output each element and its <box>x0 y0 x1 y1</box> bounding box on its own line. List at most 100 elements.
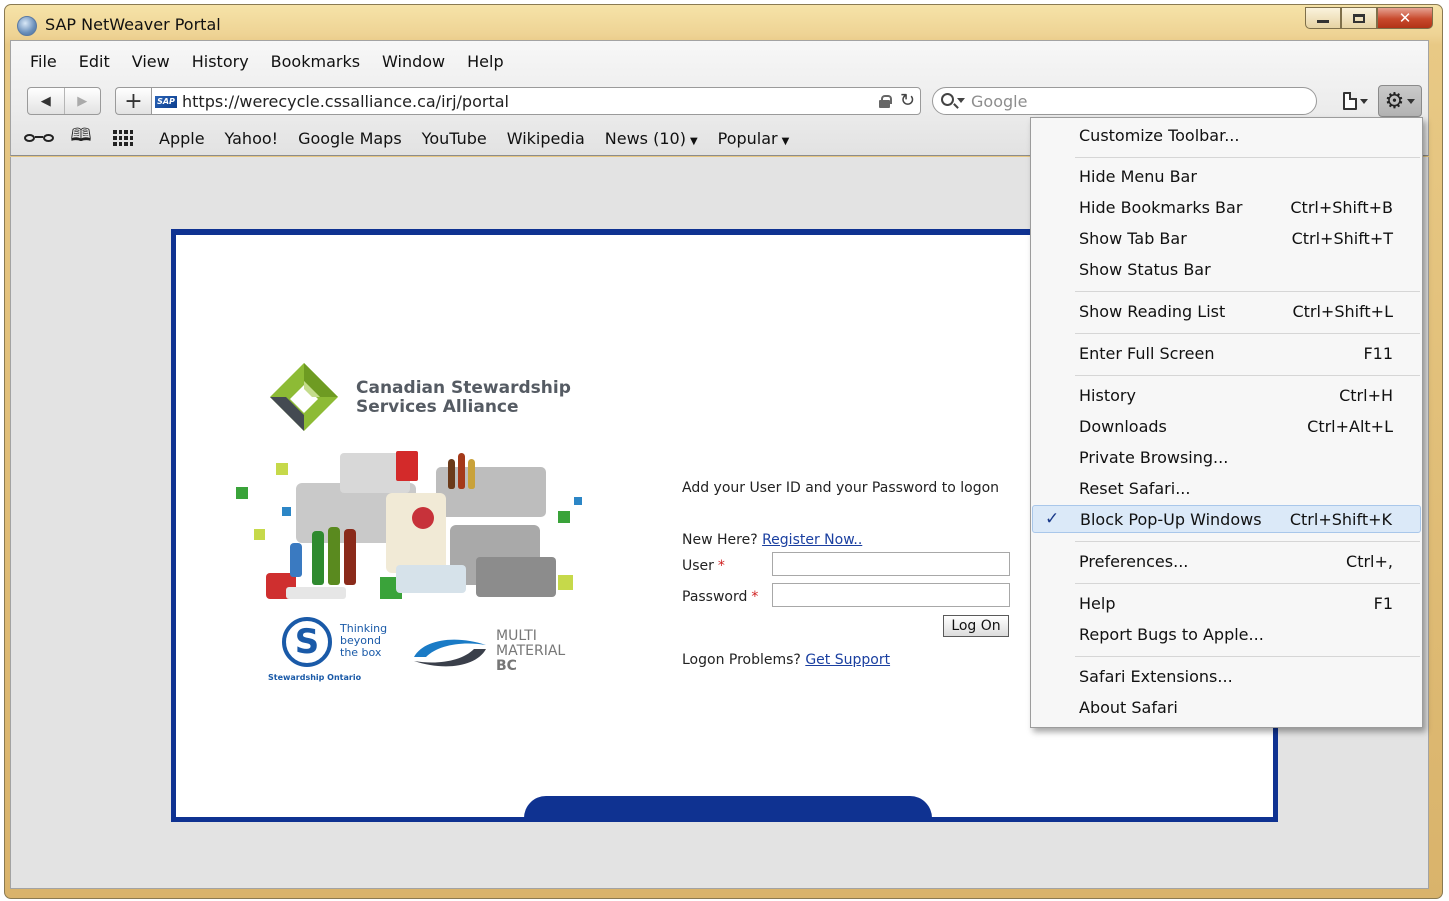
bookmark-popular-folder[interactable]: Popular ▼ <box>708 129 800 148</box>
menu-item-enter-full-screen[interactable]: Enter Full Screen F11 <box>1032 340 1421 368</box>
portal-footer-tab <box>524 796 932 822</box>
close-button[interactable]: ✕ <box>1377 7 1433 29</box>
bookmark-news-label: News (10) <box>604 128 686 148</box>
menu-bar: File Edit View History Bookmarks Window … <box>11 41 1428 81</box>
bookmark-news-folder[interactable]: News (10) ▼ <box>595 129 708 148</box>
reload-icon[interactable]: ↻ <box>900 90 915 111</box>
user-label: User * <box>682 558 725 574</box>
user-input[interactable] <box>772 552 1010 576</box>
bookmark-yahoo[interactable]: Yahoo! <box>215 129 289 148</box>
reading-list-button[interactable] <box>23 133 55 143</box>
grid-icon <box>113 130 133 146</box>
menu-help[interactable]: Help <box>456 52 514 71</box>
menu-item-label: Enter Full Screen <box>1079 344 1215 363</box>
menu-separator <box>1075 375 1420 376</box>
menu-item-shortcut: F1 <box>1373 594 1393 613</box>
menu-bookmarks[interactable]: Bookmarks <box>260 52 371 71</box>
show-bookmarks-button[interactable]: 🕮 <box>65 123 97 153</box>
add-bookmark-button[interactable]: + <box>115 87 151 115</box>
menu-item-reset-safari[interactable]: Reset Safari... <box>1032 475 1421 503</box>
menu-item-report-bugs[interactable]: Report Bugs to Apple... <box>1032 621 1421 649</box>
search-bar[interactable] <box>932 87 1317 115</box>
menu-item-label: Show Reading List <box>1079 302 1226 321</box>
mmbc-line2: MATERIAL <box>496 643 566 659</box>
menu-separator <box>1075 291 1420 292</box>
mmbc-swoosh-icon <box>414 639 486 667</box>
search-input[interactable] <box>969 91 1299 111</box>
menu-separator <box>1075 333 1420 334</box>
page-icon <box>1342 92 1357 110</box>
settings-menu-button[interactable]: ⚙ <box>1378 85 1422 117</box>
menu-separator <box>1075 541 1420 542</box>
menu-item-preferences[interactable]: Preferences... Ctrl+, <box>1032 548 1421 576</box>
menu-item-hide-menu-bar[interactable]: Hide Menu Bar <box>1032 163 1421 191</box>
bookmark-apple[interactable]: Apple <box>149 129 215 148</box>
book-icon: 🕮 <box>70 125 92 146</box>
bookmark-google-maps[interactable]: Google Maps <box>288 129 412 148</box>
menu-item-shortcut: F11 <box>1363 344 1393 363</box>
maximize-button[interactable] <box>1341 7 1377 29</box>
search-icon[interactable] <box>941 93 954 106</box>
bookmark-youtube[interactable]: YouTube <box>412 129 497 148</box>
search-dropdown-caret-icon[interactable] <box>957 98 965 103</box>
mmbc-line3: BC <box>496 658 517 674</box>
menu-edit[interactable]: Edit <box>68 52 121 71</box>
logon-problems-line: Logon Problems? Get Support <box>682 652 890 668</box>
menu-item-show-tab-bar[interactable]: Show Tab Bar Ctrl+Shift+T <box>1032 225 1421 253</box>
menu-item-show-reading-list[interactable]: Show Reading List Ctrl+Shift+L <box>1032 298 1421 326</box>
menu-item-block-popup-windows[interactable]: ✓ Block Pop-Up Windows Ctrl+Shift+K <box>1032 505 1421 533</box>
menu-item-customize-toolbar[interactable]: Customize Toolbar... <box>1032 122 1421 150</box>
menu-item-help[interactable]: Help F1 <box>1032 590 1421 618</box>
menu-item-shortcut: Ctrl+Shift+B <box>1290 198 1393 217</box>
top-sites-button[interactable] <box>107 130 139 146</box>
get-support-link[interactable]: Get Support <box>805 652 890 668</box>
menu-item-label: Help <box>1079 594 1116 613</box>
menu-item-history[interactable]: History Ctrl+H <box>1032 382 1421 410</box>
menu-view[interactable]: View <box>121 52 181 71</box>
menu-item-hide-bookmarks-bar[interactable]: Hide Bookmarks Bar Ctrl+Shift+B <box>1032 194 1421 222</box>
back-forward-group: ◀ ▶ <box>27 87 101 115</box>
password-input[interactable] <box>772 583 1010 607</box>
user-label-text: User <box>682 558 714 574</box>
page-menu-button[interactable] <box>1337 87 1373 115</box>
forward-button[interactable]: ▶ <box>63 88 101 114</box>
cssa-brand-name: Canadian Stewardship Services Alliance <box>356 379 616 417</box>
menu-item-about-safari[interactable]: About Safari <box>1032 694 1421 722</box>
lock-icon[interactable] <box>879 95 892 108</box>
cssa-name-line2: Services Alliance <box>356 397 519 417</box>
menu-separator <box>1075 656 1420 657</box>
gear-icon: ⚙ <box>1384 88 1405 114</box>
chevron-down-icon <box>1407 98 1416 104</box>
menu-item-label: Downloads <box>1079 417 1167 436</box>
bookmark-popular-label: Popular <box>717 128 778 148</box>
menu-item-private-browsing[interactable]: Private Browsing... <box>1032 444 1421 472</box>
cssa-name-line1: Canadian Stewardship <box>356 378 571 398</box>
address-bar[interactable]: SAP https://werecycle.cssalliance.ca/irj… <box>151 87 921 115</box>
menu-separator <box>1075 583 1420 584</box>
title-bar[interactable]: SAP NetWeaver Portal ✕ <box>5 5 1442 45</box>
url-text[interactable]: https://werecycle.cssalliance.ca/irj/por… <box>182 92 509 111</box>
required-mark: * <box>751 589 759 605</box>
menu-item-downloads[interactable]: Downloads Ctrl+Alt+L <box>1032 413 1421 441</box>
menu-file[interactable]: File <box>19 52 68 71</box>
new-here-label: New Here? <box>682 532 758 548</box>
menu-item-shortcut: Ctrl+Shift+T <box>1291 229 1393 248</box>
password-label: Password * <box>682 589 758 605</box>
menu-item-shortcut: Ctrl+Shift+L <box>1292 302 1393 321</box>
menu-item-shortcut: Ctrl+Shift+K <box>1289 510 1392 529</box>
menu-item-label: Hide Bookmarks Bar <box>1079 198 1243 217</box>
safari-app-icon <box>17 16 37 36</box>
back-button[interactable]: ◀ <box>28 88 64 114</box>
menu-item-label: Show Status Bar <box>1079 260 1211 279</box>
menu-history[interactable]: History <box>181 52 260 71</box>
menu-item-safari-extensions[interactable]: Safari Extensions... <box>1032 663 1421 691</box>
settings-dropdown-menu: Customize Toolbar... Hide Menu Bar Hide … <box>1030 117 1423 728</box>
menu-window[interactable]: Window <box>371 52 456 71</box>
log-on-button[interactable]: Log On <box>943 615 1009 637</box>
bookmark-wikipedia[interactable]: Wikipedia <box>497 129 595 148</box>
menu-item-show-status-bar[interactable]: Show Status Bar <box>1032 256 1421 284</box>
minimize-button[interactable] <box>1305 7 1341 29</box>
menu-item-label: Report Bugs to Apple... <box>1079 625 1264 644</box>
register-link[interactable]: Register Now.. <box>762 532 862 548</box>
menu-item-label: History <box>1079 386 1136 405</box>
